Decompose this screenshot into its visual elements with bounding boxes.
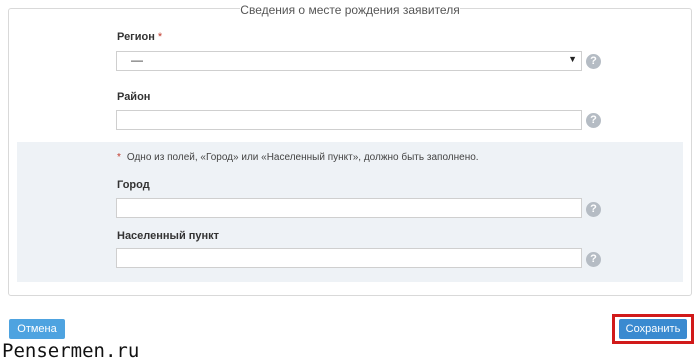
help-icon[interactable]: ?	[586, 113, 601, 128]
city-label: Город	[117, 179, 150, 191]
locality-note: * Одно из полей, «Город» или «Населенный …	[117, 152, 479, 163]
region-select[interactable]: — ▼	[116, 51, 582, 71]
save-button[interactable]: Сохранить	[619, 319, 687, 339]
settlement-input[interactable]	[116, 248, 582, 268]
region-label-text: Регион	[117, 31, 155, 43]
city-input[interactable]	[116, 198, 582, 218]
watermark: Pensermen.ru	[2, 340, 140, 362]
fieldset-legend: Сведения о месте рождения заявителя	[240, 2, 460, 18]
settlement-label: Населенный пункт	[117, 230, 220, 242]
required-mark: *	[157, 31, 163, 43]
help-icon[interactable]: ?	[586, 202, 601, 217]
note-text: Одно из полей, «Город» или «Населенный п…	[126, 152, 479, 163]
chevron-down-icon: ▼	[568, 54, 577, 64]
note-required-mark: *	[117, 152, 121, 163]
region-label: Регион *	[117, 31, 162, 43]
help-icon[interactable]: ?	[586, 54, 601, 69]
district-label: Район	[117, 91, 151, 103]
region-select-value: —	[131, 53, 143, 67]
cancel-button[interactable]: Отмена	[9, 319, 65, 339]
help-icon[interactable]: ?	[586, 252, 601, 267]
district-input[interactable]	[116, 110, 582, 130]
